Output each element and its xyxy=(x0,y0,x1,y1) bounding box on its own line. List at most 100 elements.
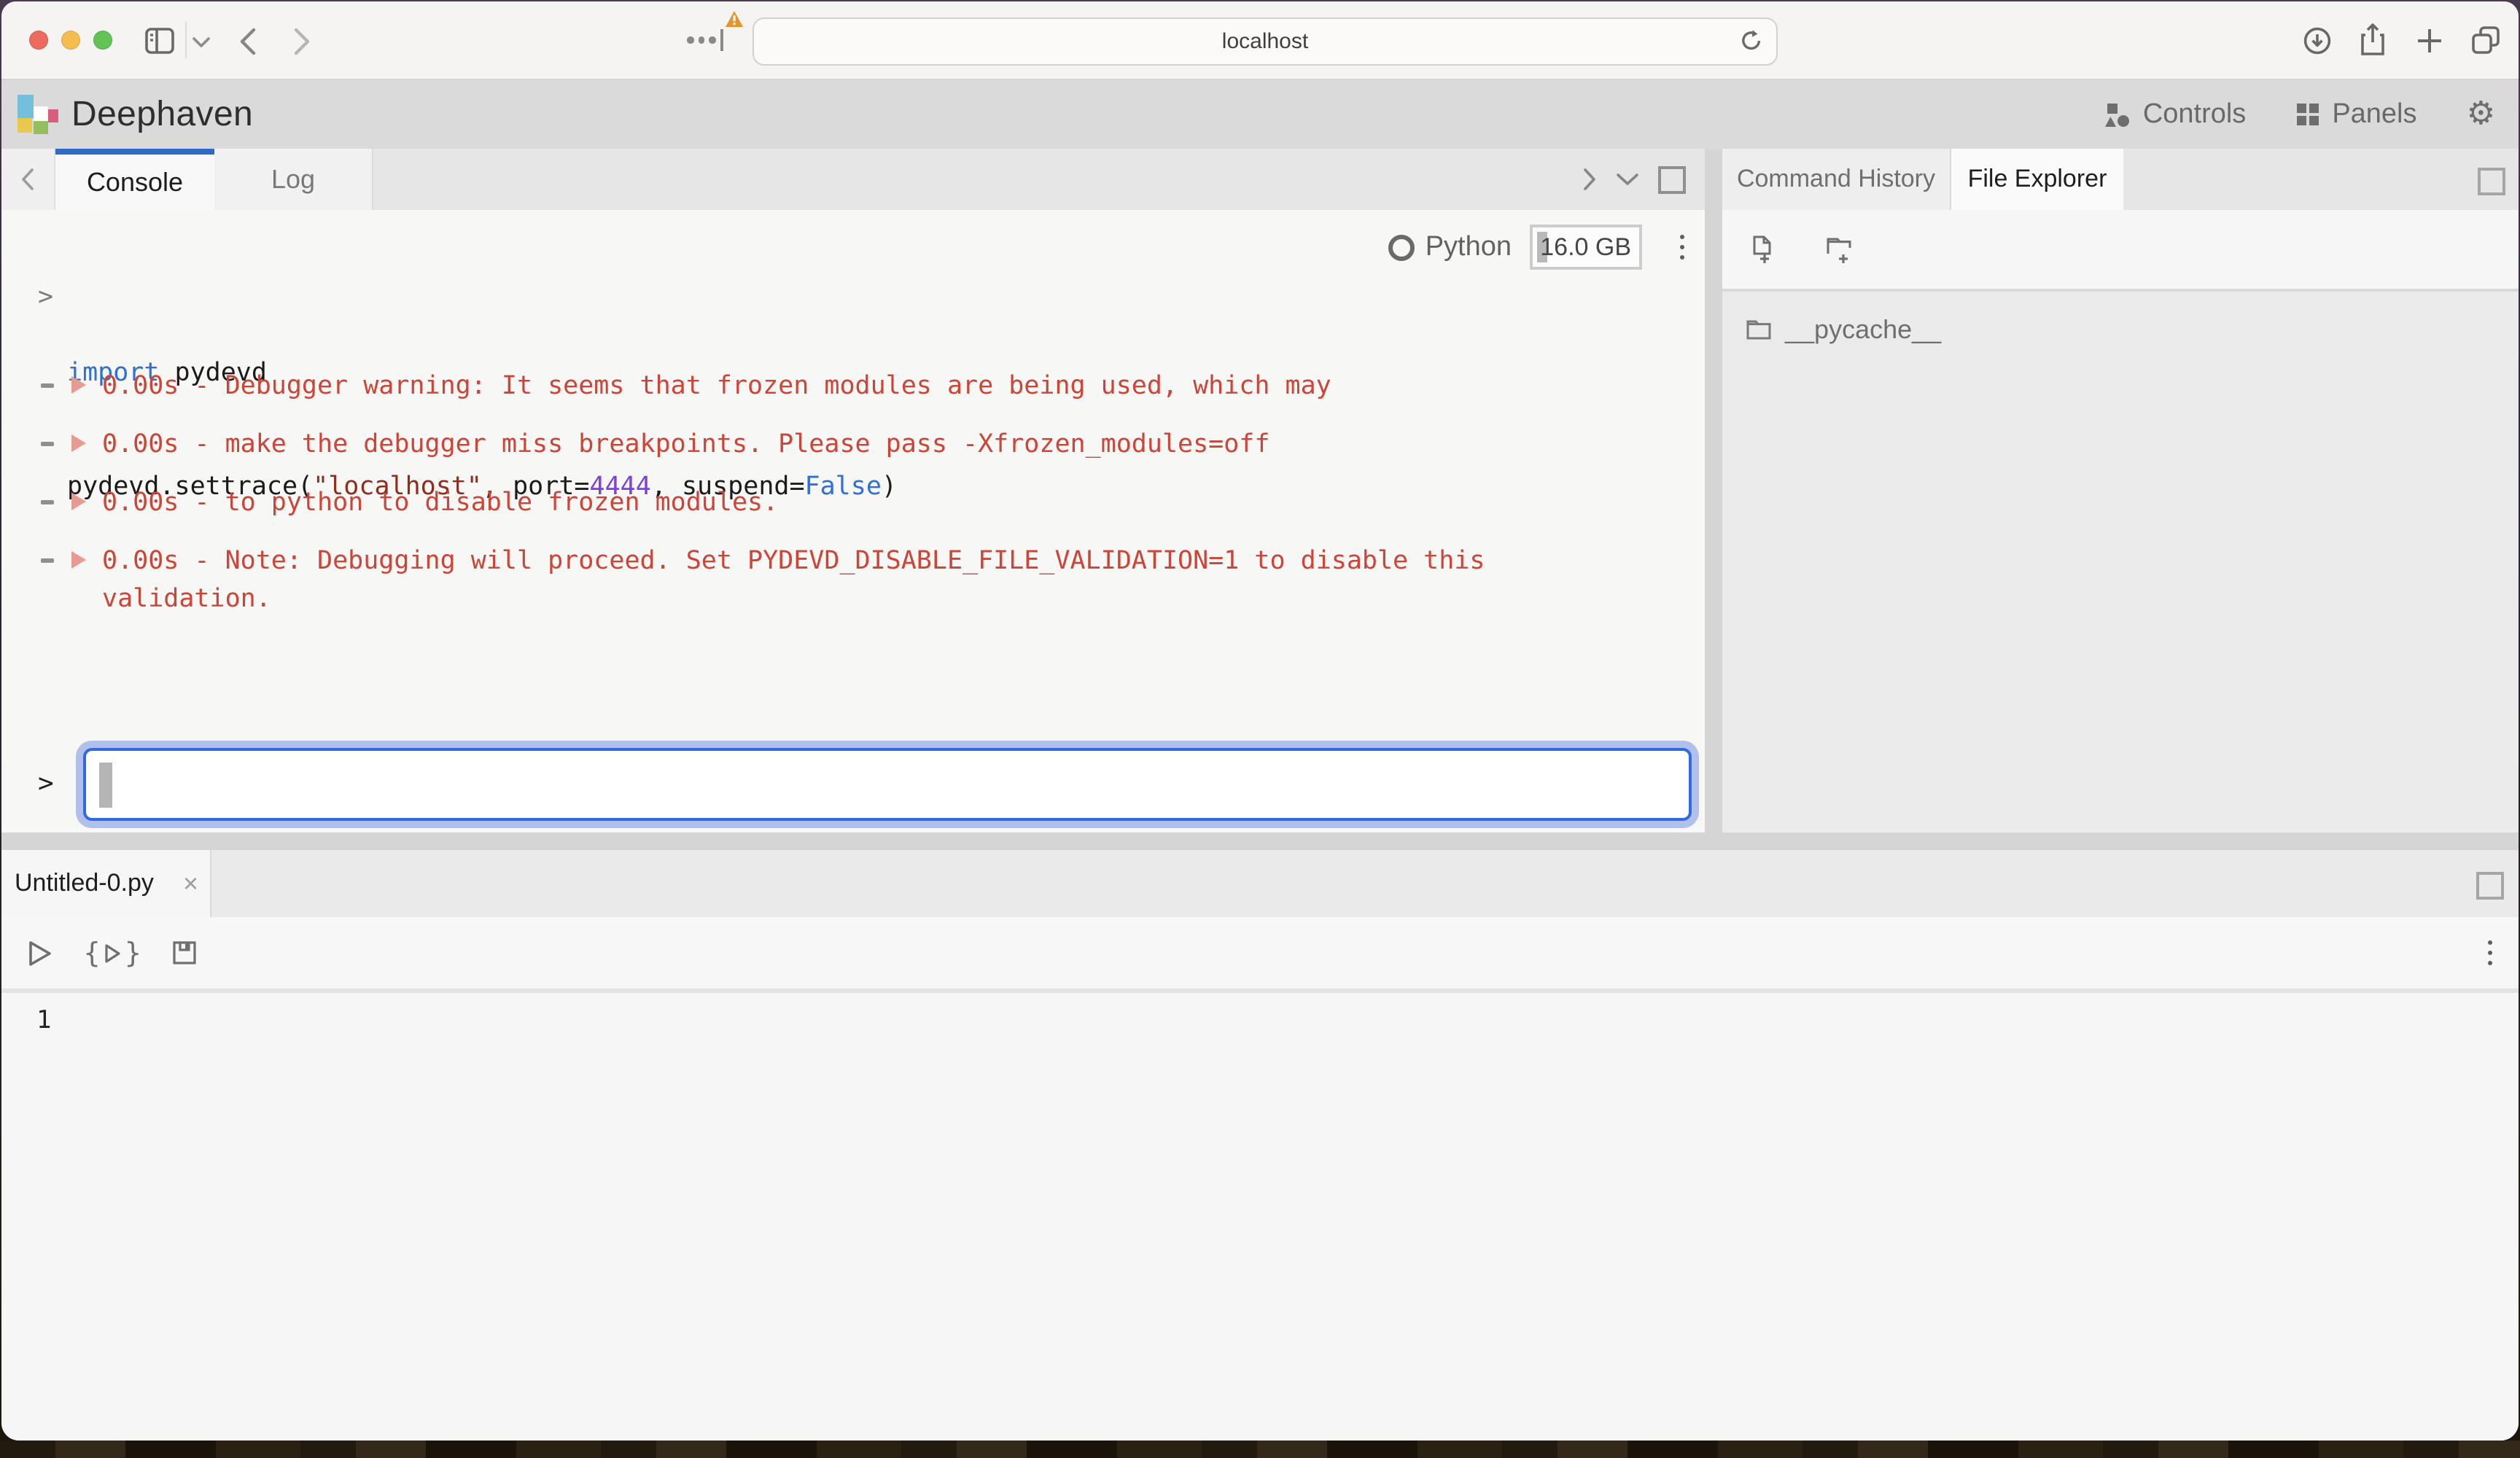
settings-gear-icon[interactable]: ⚙ xyxy=(2467,98,2495,130)
tab-console-label: Console xyxy=(87,167,183,198)
memory-gauge: 16.0 GB xyxy=(1529,225,1641,270)
tab-list-dropdown-button[interactable] xyxy=(1616,172,1639,187)
input-cursor xyxy=(99,763,112,808)
tab-untitled-file[interactable]: Untitled-0.py × xyxy=(1,850,211,917)
panels-label: Panels xyxy=(2332,98,2416,130)
tab-command-history[interactable]: Command History xyxy=(1722,149,1951,210)
sidebar-toggle-icon[interactable] xyxy=(144,26,175,55)
file-explorer-toolbar xyxy=(1722,210,2519,292)
chevron-down-icon xyxy=(1616,172,1639,187)
console-warning-line: 0.00s - Note: Debugging will proceed. Se… xyxy=(1,542,1705,618)
brace-left: { xyxy=(83,937,101,969)
new-file-icon xyxy=(1749,235,1778,264)
horizontal-split-handle[interactable] xyxy=(1,833,2519,850)
new-folder-button[interactable] xyxy=(1826,235,1856,264)
new-folder-icon xyxy=(1826,235,1856,264)
window-minimize-button[interactable] xyxy=(61,31,80,50)
log-collapse-dash-icon[interactable] xyxy=(41,500,54,504)
log-collapse-dash-icon[interactable] xyxy=(41,383,54,388)
file-name: __pycache__ xyxy=(1785,314,1941,345)
console-panel-tabbar: Console Log xyxy=(1,149,1705,210)
chevron-left-icon xyxy=(20,168,35,191)
log-expand-arrow-icon[interactable] xyxy=(71,434,86,452)
chevron-right-icon xyxy=(1582,168,1597,191)
new-file-button[interactable] xyxy=(1749,235,1778,264)
editor-overflow-menu-icon[interactable] xyxy=(2481,935,2498,972)
desktop-wallpaper xyxy=(0,1441,2520,1458)
editor-toolbar: { } xyxy=(1,917,2519,989)
share-icon[interactable] xyxy=(2357,22,2389,58)
controls-icon xyxy=(2105,101,2131,128)
new-tab-icon[interactable] xyxy=(2414,25,2446,57)
panels-icon xyxy=(2295,102,2320,127)
tab-command-history-label: Command History xyxy=(1737,165,1935,194)
reload-icon[interactable] xyxy=(1737,26,1766,55)
tab-scroll-right-button[interactable] xyxy=(1582,168,1597,191)
run-button[interactable] xyxy=(26,938,54,967)
save-button[interactable] xyxy=(171,939,198,967)
console-output-prompt: > xyxy=(38,278,53,316)
extensions-indicator[interactable] xyxy=(684,1,750,79)
tab-untitled-file-label: Untitled-0.py xyxy=(15,869,154,898)
close-tab-icon[interactable]: × xyxy=(183,870,198,897)
screen: localhost xyxy=(0,0,2520,1458)
console-input[interactable] xyxy=(83,748,1692,821)
log-expand-arrow-icon[interactable] xyxy=(71,551,86,569)
editor-tabbar: Untitled-0.py × xyxy=(1,850,2519,917)
editor-panel: Untitled-0.py × { } xyxy=(1,850,2519,1441)
browser-window: localhost xyxy=(1,1,2519,1441)
tab-file-explorer[interactable]: File Explorer xyxy=(1951,149,2123,210)
window-zoom-button[interactable] xyxy=(93,31,112,50)
folder-icon xyxy=(1746,318,1772,341)
right-panel: Command History File Explorer xyxy=(1722,149,2519,833)
tab-file-explorer-label: File Explorer xyxy=(1968,165,2107,194)
downloads-icon[interactable] xyxy=(2301,25,2333,57)
run-selected-icon xyxy=(104,943,121,963)
app-header: Deephaven Controls xyxy=(1,80,2519,149)
console-warning-line: 0.00s - Debugger warning: It seems that … xyxy=(1,367,1705,405)
panel-split-handle[interactable] xyxy=(1705,149,1722,833)
console-warning-line: 0.00s - to python to disable frozen modu… xyxy=(1,484,1705,522)
run-selected-button[interactable]: { } xyxy=(83,937,141,969)
address-bar-url: localhost xyxy=(1222,29,1308,54)
controls-label: Controls xyxy=(2143,98,2247,130)
warning-text: 0.00s - to python to disable frozen modu… xyxy=(102,484,1560,522)
code-editor[interactable]: 1 xyxy=(1,993,2519,1441)
run-icon xyxy=(26,938,54,967)
tab-console[interactable]: Console xyxy=(55,149,214,210)
maximize-panel-icon[interactable] xyxy=(1658,165,1686,193)
maximize-panel-icon[interactable] xyxy=(2478,168,2505,195)
panels-button[interactable]: Panels xyxy=(2295,98,2416,130)
line-number: 1 xyxy=(36,1003,2519,1040)
console-log-warnings: 0.00s - Debugger warning: It seems that … xyxy=(1,367,1705,639)
tab-log[interactable]: Log xyxy=(214,149,373,210)
session-overflow-menu-icon[interactable] xyxy=(1673,229,1690,266)
console-warning-line: 0.00s - make the debugger miss breakpoin… xyxy=(1,426,1705,464)
tab-log-label: Log xyxy=(271,164,315,195)
session-status-icon xyxy=(1389,234,1415,260)
log-expand-arrow-icon[interactable] xyxy=(71,376,86,394)
warning-text: 0.00s - Note: Debugging will proceed. Se… xyxy=(102,542,1560,618)
address-bar[interactable]: localhost xyxy=(752,17,1778,66)
chevron-down-icon[interactable] xyxy=(192,36,210,48)
tab-overview-icon[interactable] xyxy=(2469,23,2502,57)
deephaven-logo xyxy=(18,93,58,136)
back-button-icon[interactable] xyxy=(239,28,257,55)
session-status: Python 16.0 GB xyxy=(1389,225,1690,270)
warning-text: 0.00s - make the debugger miss breakpoin… xyxy=(102,426,1560,464)
session-language: Python xyxy=(1426,231,1512,263)
more-dots-icon xyxy=(687,36,715,43)
memory-total: 16.0 GB xyxy=(1540,227,1631,267)
save-icon xyxy=(171,939,198,967)
warning-triangle-icon xyxy=(725,10,744,28)
toolbar-divider xyxy=(185,22,187,58)
controls-button[interactable]: Controls xyxy=(2105,98,2247,130)
log-collapse-dash-icon[interactable] xyxy=(41,558,54,563)
log-expand-arrow-icon[interactable] xyxy=(71,493,86,510)
forward-button-icon[interactable] xyxy=(293,28,311,55)
window-close-button[interactable] xyxy=(29,31,48,50)
tab-scroll-left-button[interactable] xyxy=(1,149,55,210)
maximize-panel-icon[interactable] xyxy=(2476,872,2504,900)
file-row[interactable]: __pycache__ xyxy=(1722,305,2519,354)
log-collapse-dash-icon[interactable] xyxy=(41,442,54,446)
